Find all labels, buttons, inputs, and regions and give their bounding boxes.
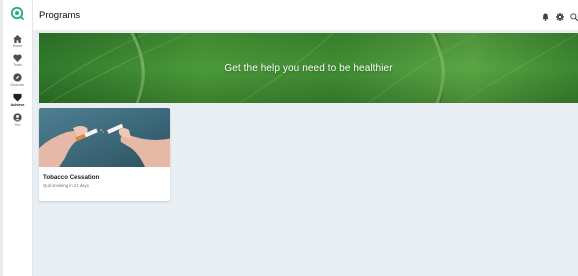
sidebar-item-discover[interactable]: Discover (3, 73, 32, 87)
banner-headline: Get the help you need to be healthier (224, 62, 393, 74)
home-icon (13, 35, 22, 43)
sidebar-item-track[interactable]: Track (3, 54, 32, 67)
hero-banner: Get the help you need to be healthier (39, 33, 578, 103)
page-title: Programs (39, 10, 81, 21)
program-subtitle: Quit smoking in 21 days (43, 183, 89, 188)
bell-icon[interactable] (542, 13, 549, 21)
sidebar-item-label: Home (12, 44, 23, 48)
sidebar-item-label: You (14, 123, 21, 127)
heart-icon (13, 54, 22, 62)
sidebar-item-label: Achieve (10, 103, 25, 107)
broken-cigarette-image (39, 108, 170, 167)
gear-icon[interactable] (556, 13, 564, 21)
sidebar-item-label: Discover (10, 83, 25, 87)
search-icon[interactable] (570, 13, 578, 21)
program-card-tobacco-cessation[interactable]: Tobacco Cessation Quit smoking in 21 day… (39, 108, 170, 201)
compass-icon (13, 73, 22, 82)
top-bar: Programs (33, 0, 578, 30)
sidebar: Home Track Discover Achieve You (3, 0, 33, 276)
sidebar-item-home[interactable]: Home (3, 35, 32, 48)
sidebar-item-label: Track (13, 63, 22, 67)
user-icon (13, 113, 22, 122)
sidebar-item-achieve[interactable]: Achieve (3, 93, 32, 107)
sidebar-item-you[interactable]: You (3, 113, 32, 127)
main-content: Get the help you need to be healthier To… (33, 30, 578, 276)
logo-icon[interactable] (9, 5, 25, 21)
program-title: Tobacco Cessation (43, 174, 100, 181)
shield-icon (13, 93, 22, 102)
